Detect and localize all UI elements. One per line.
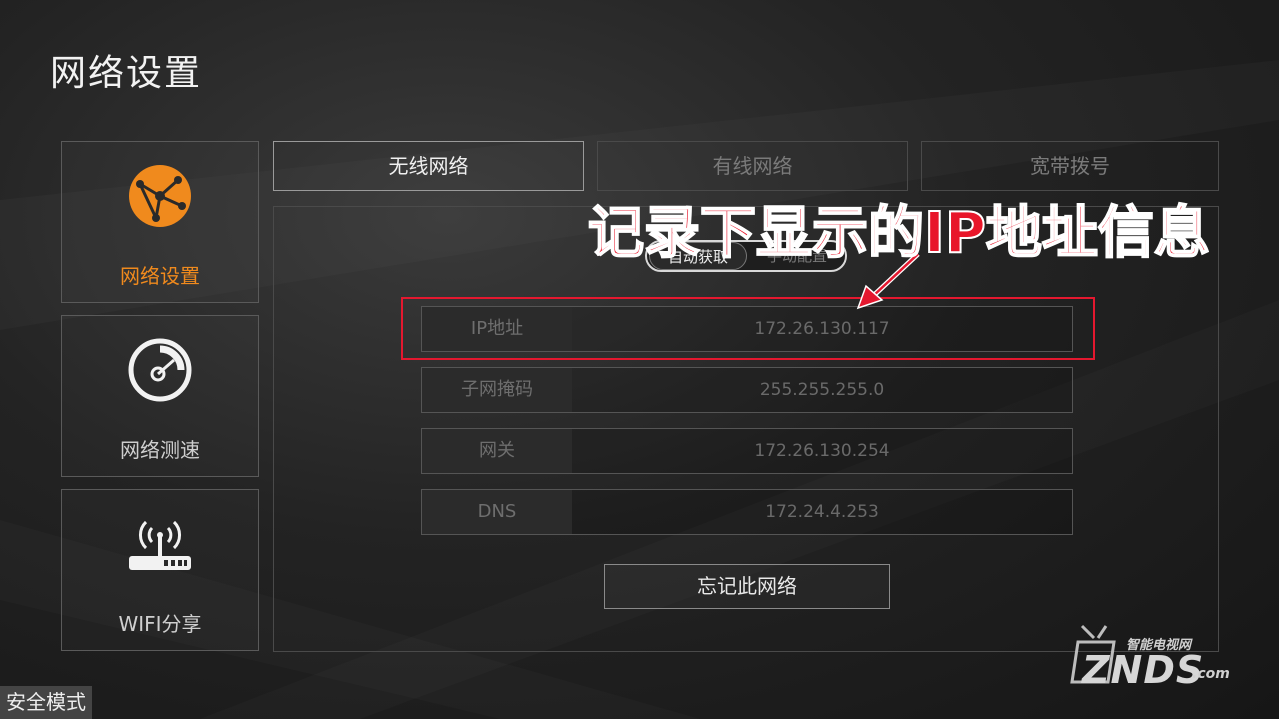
field-label: DNS	[422, 490, 572, 534]
page-title: 网络设置	[50, 53, 203, 94]
field-gateway: 网关 172.26.130.254	[421, 428, 1073, 474]
watermark-suffix-text: .com	[1192, 666, 1230, 682]
sidebar-item-wifi-share[interactable]: WIFI分享	[61, 489, 259, 651]
field-label: 子网掩码	[422, 368, 572, 412]
forget-network-button[interactable]: 忘记此网络	[604, 564, 890, 609]
tab-wired[interactable]: 有线网络	[597, 141, 908, 191]
sidebar-item-label: 网络测速	[120, 438, 200, 462]
ip-highlight-box	[401, 297, 1095, 360]
field-value: 172.24.4.253	[765, 502, 879, 522]
annotation-text: 记录下显示的IP地址信息	[587, 200, 1211, 267]
wifi-router-icon	[129, 520, 191, 570]
sidebar-item-network-settings[interactable]: 网络设置	[61, 141, 259, 303]
sidebar-item-label: WIFI分享	[118, 612, 202, 636]
field-value: 172.26.130.254	[754, 441, 890, 461]
field-label: 网关	[422, 429, 572, 473]
tab-broadband[interactable]: 宽带拨号	[921, 141, 1219, 191]
sidebar-item-speed-test[interactable]: 网络测速	[61, 315, 259, 477]
watermark-main-text: ZNDS	[1082, 648, 1205, 692]
sidebar-item-label: 网络设置	[120, 264, 200, 288]
tab-wireless[interactable]: 无线网络	[273, 141, 584, 191]
speedometer-icon	[128, 338, 192, 402]
znds-watermark: 智能电视网 ZNDS .com	[1068, 622, 1268, 692]
field-value: 255.255.255.0	[759, 380, 885, 400]
field-subnet-mask: 子网掩码 255.255.255.0	[421, 367, 1073, 413]
field-dns: DNS 172.24.4.253	[421, 489, 1073, 535]
network-globe-icon	[129, 165, 191, 227]
safe-mode-badge: 安全模式	[0, 686, 92, 719]
